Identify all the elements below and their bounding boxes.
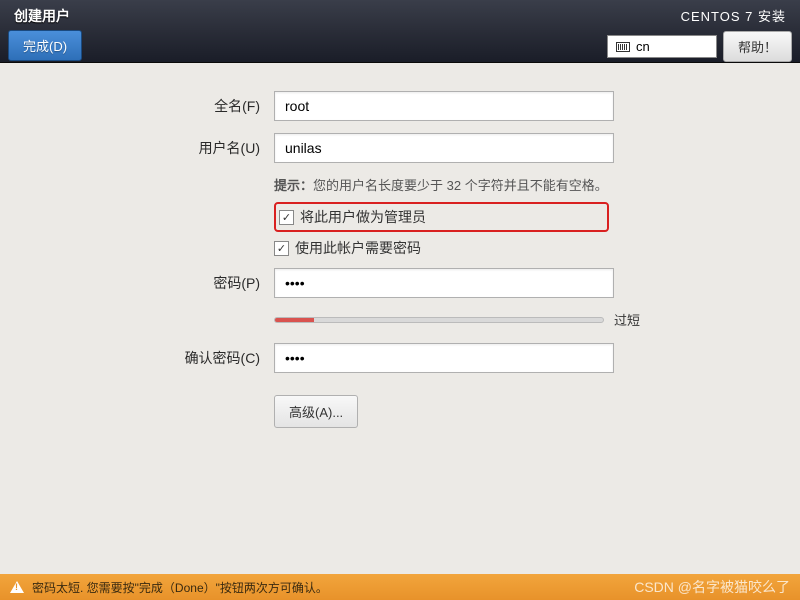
password-strength-row: 过短 bbox=[274, 310, 752, 329]
warning-icon bbox=[10, 581, 24, 593]
admin-checkbox[interactable]: ✓ bbox=[279, 210, 294, 225]
fullname-row: 全名(F) bbox=[48, 91, 752, 121]
footer-left: 密码太短. 您需要按"完成（Done）"按钮两次方可确认。 bbox=[10, 579, 328, 596]
admin-checkbox-label: 将此用户做为管理员 bbox=[300, 207, 426, 227]
admin-checkbox-row: ✓ 将此用户做为管理员 bbox=[274, 202, 752, 232]
watermark-text: CSDN @名字被猫咬么了 bbox=[634, 577, 790, 597]
confirm-password-label: 确认密码(C) bbox=[48, 348, 274, 368]
password-strength-fill bbox=[275, 318, 314, 322]
header-controls: cn 帮助！ bbox=[607, 31, 792, 62]
password-input[interactable] bbox=[274, 268, 614, 298]
require-password-checkbox[interactable]: ✓ bbox=[274, 241, 289, 256]
header-right: CENTOS 7 安装 cn 帮助！ bbox=[607, 6, 792, 56]
confirm-password-row: 确认密码(C) bbox=[48, 343, 752, 373]
password-row: 密码(P) bbox=[48, 268, 752, 298]
header-bar: 创建用户 完成(D) CENTOS 7 安装 cn 帮助！ bbox=[0, 0, 800, 63]
password-strength-bar bbox=[274, 317, 604, 323]
confirm-password-input[interactable] bbox=[274, 343, 614, 373]
username-input[interactable] bbox=[274, 133, 614, 163]
highlight-annotation: ✓ 将此用户做为管理员 bbox=[274, 202, 609, 232]
page-title: 创建用户 bbox=[8, 6, 82, 26]
warning-footer: 密码太短. 您需要按"完成（Done）"按钮两次方可确认。 CSDN @名字被猫… bbox=[0, 574, 800, 600]
password-label: 密码(P) bbox=[48, 273, 274, 293]
username-row: 用户名(U) bbox=[48, 133, 752, 163]
password-strength-text: 过短 bbox=[614, 310, 640, 329]
help-button[interactable]: 帮助！ bbox=[723, 31, 792, 62]
require-password-row: ✓ 使用此帐户需要密码 bbox=[274, 238, 752, 258]
done-button[interactable]: 完成(D) bbox=[8, 30, 82, 61]
username-hint: 提示：您的用户名长度要少于 32 个字符并且不能有空格。 bbox=[274, 175, 752, 194]
require-password-label: 使用此帐户需要密码 bbox=[295, 238, 421, 258]
keyboard-icon bbox=[616, 42, 630, 52]
installer-title: CENTOS 7 安装 bbox=[681, 6, 792, 25]
username-label: 用户名(U) bbox=[48, 138, 274, 158]
lang-code: cn bbox=[636, 39, 650, 54]
advanced-button[interactable]: 高级(A)... bbox=[274, 395, 358, 428]
keyboard-layout-indicator[interactable]: cn bbox=[607, 35, 717, 58]
warning-text: 密码太短. 您需要按"完成（Done）"按钮两次方可确认。 bbox=[32, 579, 328, 596]
fullname-input[interactable] bbox=[274, 91, 614, 121]
header-left: 创建用户 完成(D) bbox=[8, 6, 82, 56]
fullname-label: 全名(F) bbox=[48, 96, 274, 116]
hint-text: 您的用户名长度要少于 32 个字符并且不能有空格。 bbox=[313, 178, 608, 193]
hint-prefix: 提示： bbox=[274, 178, 313, 193]
user-form: 全名(F) 用户名(U) 提示：您的用户名长度要少于 32 个字符并且不能有空格… bbox=[0, 63, 800, 428]
